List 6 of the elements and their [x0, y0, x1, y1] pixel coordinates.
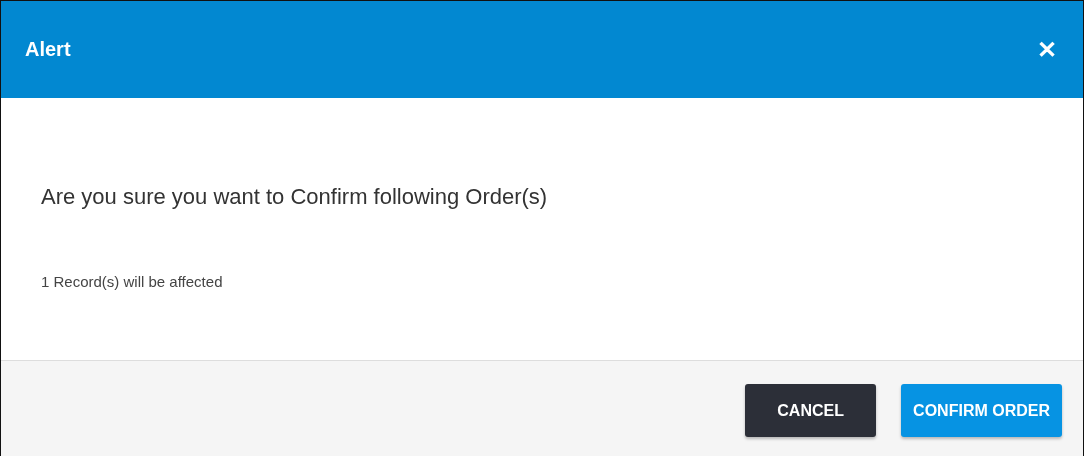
confirm-button[interactable]: CONFIRM ORDER: [901, 384, 1062, 437]
cancel-button[interactable]: CANCEL: [745, 384, 877, 437]
close-button[interactable]: ✕: [1033, 35, 1061, 64]
confirmation-message: Are you sure you want to Confirm following Order(s): [41, 184, 549, 210]
affected-records-note: 1 Record(s) will be affected: [41, 273, 224, 290]
dialog-title: Alert: [25, 38, 71, 61]
